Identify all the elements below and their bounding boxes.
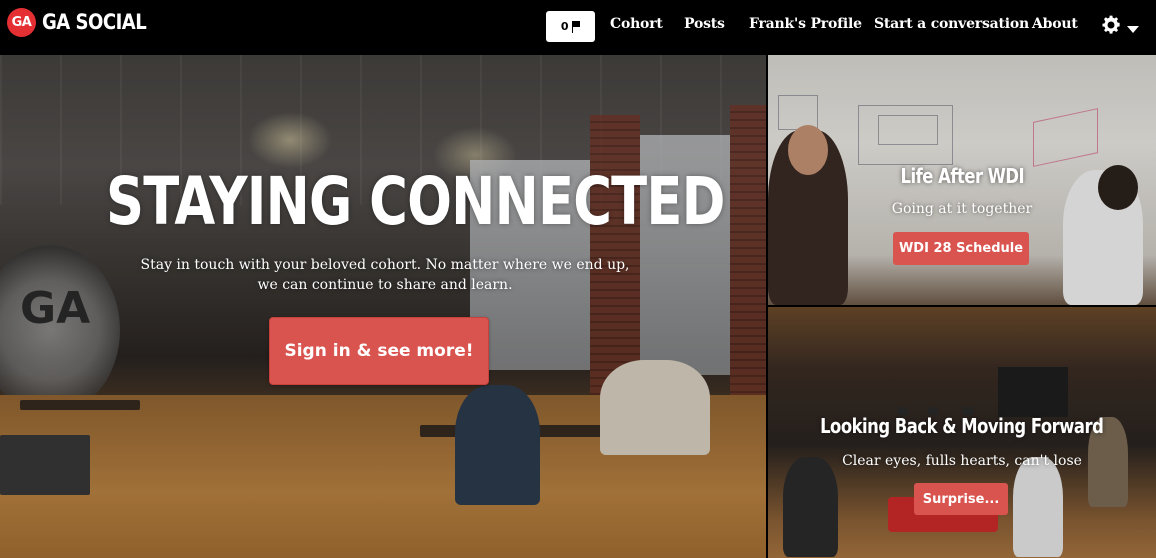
brand-link[interactable]: GA GA SOCIAL (7, 7, 163, 37)
navbar: GA GA SOCIAL 0 Cohort Posts Frank's Prof… (0, 0, 1156, 53)
nav-link-cohort[interactable]: Cohort (610, 16, 663, 32)
flag-count-button[interactable]: 0 (546, 11, 595, 42)
flag-count: 0 (560, 20, 569, 33)
panel-life-after-wdi: Life After WDI Going at it together WDI … (768, 55, 1156, 305)
surprise-button[interactable]: Surprise... (914, 483, 1008, 515)
panel-title-text: Looking Back & Moving Forward (820, 414, 1104, 438)
nav-link-start-conversation[interactable]: Start a conversation (874, 16, 1029, 32)
flag-icon (571, 20, 581, 33)
logo-text: GA (11, 14, 32, 30)
hero-subtitle: Stay in touch with your beloved cohort. … (140, 257, 630, 293)
nav-link-about[interactable]: About (1032, 16, 1078, 32)
panel-title: Looking Back & Moving Forward (768, 414, 1156, 438)
hero-banner: GA STAYING CONNECTED Stay in touch with … (0, 55, 766, 558)
hero-title: STAYING CONNECTED (106, 163, 725, 240)
gear-icon[interactable] (1100, 14, 1122, 36)
ga-logo-icon: GA (7, 7, 36, 37)
nav-link-profile[interactable]: Frank's Profile (749, 16, 862, 32)
hero-overlay (0, 55, 766, 558)
nav-link-posts[interactable]: Posts (684, 16, 725, 32)
wdi-schedule-button[interactable]: WDI 28 Schedule (893, 232, 1029, 265)
panel-title: Life After WDI (768, 164, 1156, 188)
panel-subtitle: Clear eyes, fulls hearts, can't lose (842, 453, 1082, 469)
panel-looking-back: Looking Back & Moving Forward Clear eyes… (768, 307, 1156, 558)
caret-down-icon[interactable] (1127, 26, 1139, 33)
sign-in-button[interactable]: Sign in & see more! (269, 317, 489, 385)
panel-subtitle: Going at it together (891, 201, 1033, 217)
brand-name: GA SOCIAL (42, 10, 147, 34)
panel-title-text: Life After WDI (900, 164, 1024, 188)
